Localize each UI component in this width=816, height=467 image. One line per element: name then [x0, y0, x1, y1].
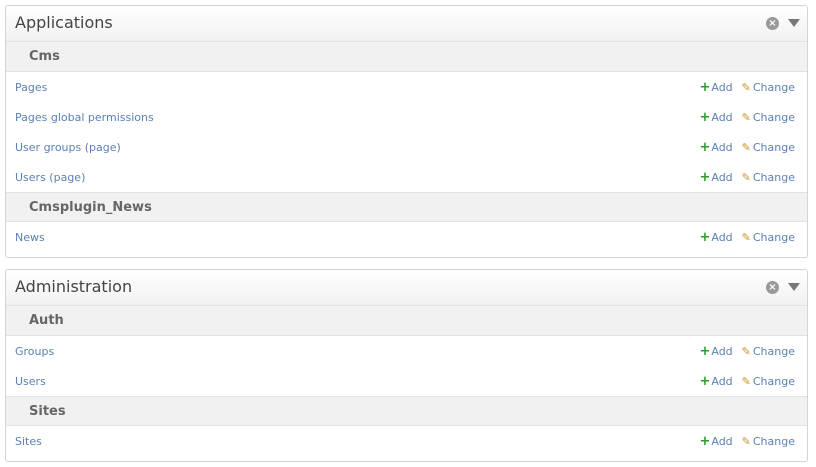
list-item: User groups (page) + Add ✎ Change [6, 132, 807, 162]
group-title: Sites [29, 404, 66, 419]
plus-icon: + [699, 80, 711, 95]
plus-icon: + [699, 374, 711, 389]
model-link-pages-global-permissions[interactable]: Pages global permissions [15, 111, 154, 125]
pencil-icon: ✎ [741, 81, 751, 94]
model-link-sites[interactable]: Sites [15, 435, 42, 449]
list-item: News + Add ✎ Change [6, 222, 807, 252]
add-button[interactable]: + Add [699, 345, 732, 359]
change-button[interactable]: ✎ Change [742, 435, 795, 449]
model-link-news[interactable]: News [15, 231, 45, 245]
group-header-cmsplugin-news: Cmsplugin_News [6, 192, 807, 222]
list-item: Users (page) + Add ✎ Change [6, 162, 807, 192]
module-title: Applications [15, 13, 113, 32]
change-button[interactable]: ✎ Change [742, 111, 795, 125]
model-link-users-page[interactable]: Users (page) [15, 171, 85, 185]
add-button[interactable]: + Add [699, 171, 732, 185]
group-header-cms: Cms [6, 42, 807, 72]
add-button[interactable]: + Add [699, 435, 732, 449]
group-title: Cmsplugin_News [29, 200, 152, 215]
pencil-icon: ✎ [741, 141, 751, 154]
close-icon[interactable]: × [766, 281, 779, 294]
change-button[interactable]: ✎ Change [742, 81, 795, 95]
pencil-icon: ✎ [741, 375, 751, 388]
change-button[interactable]: ✎ Change [742, 171, 795, 185]
list-item: Groups + Add ✎ Change [6, 336, 807, 366]
group-title: Auth [29, 313, 64, 328]
module-administration: Administration × Auth Groups + Add ✎ Chang… [5, 269, 808, 462]
group-header-sites: Sites [6, 396, 807, 426]
add-button[interactable]: + Add [699, 231, 732, 245]
pencil-icon: ✎ [741, 345, 751, 358]
pencil-icon: ✎ [741, 435, 751, 448]
module-header: Applications × [6, 6, 807, 42]
plus-icon: + [699, 434, 711, 449]
change-button[interactable]: ✎ Change [742, 231, 795, 245]
list-item: Users + Add ✎ Change [6, 366, 807, 396]
model-link-groups[interactable]: Groups [15, 345, 54, 359]
add-button[interactable]: + Add [699, 141, 732, 155]
add-button[interactable]: + Add [699, 111, 732, 125]
group-header-auth: Auth [6, 306, 807, 336]
plus-icon: + [699, 110, 711, 125]
module-header: Administration × [6, 270, 807, 306]
close-icon[interactable]: × [766, 17, 779, 30]
chevron-down-icon[interactable] [788, 283, 800, 291]
chevron-down-icon[interactable] [788, 19, 800, 27]
model-link-pages[interactable]: Pages [15, 81, 47, 95]
pencil-icon: ✎ [741, 231, 751, 244]
plus-icon: + [699, 170, 711, 185]
plus-icon: + [699, 140, 711, 155]
add-button[interactable]: + Add [699, 375, 732, 389]
model-link-users[interactable]: Users [15, 375, 46, 389]
change-button[interactable]: ✎ Change [742, 141, 795, 155]
module-title: Administration [15, 277, 133, 296]
model-link-user-groups[interactable]: User groups (page) [15, 141, 121, 155]
module-applications: Applications × Cms Pages + Add ✎ Change Pa… [5, 5, 808, 258]
change-button[interactable]: ✎ Change [742, 345, 795, 359]
pencil-icon: ✎ [741, 111, 751, 124]
add-button[interactable]: + Add [699, 81, 732, 95]
list-item: Pages global permissions + Add ✎ Change [6, 102, 807, 132]
group-title: Cms [29, 49, 60, 64]
list-item: Pages + Add ✎ Change [6, 72, 807, 102]
plus-icon: + [699, 230, 711, 245]
plus-icon: + [699, 344, 711, 359]
pencil-icon: ✎ [741, 171, 751, 184]
list-item: Sites + Add ✎ Change [6, 426, 807, 456]
change-button[interactable]: ✎ Change [742, 375, 795, 389]
